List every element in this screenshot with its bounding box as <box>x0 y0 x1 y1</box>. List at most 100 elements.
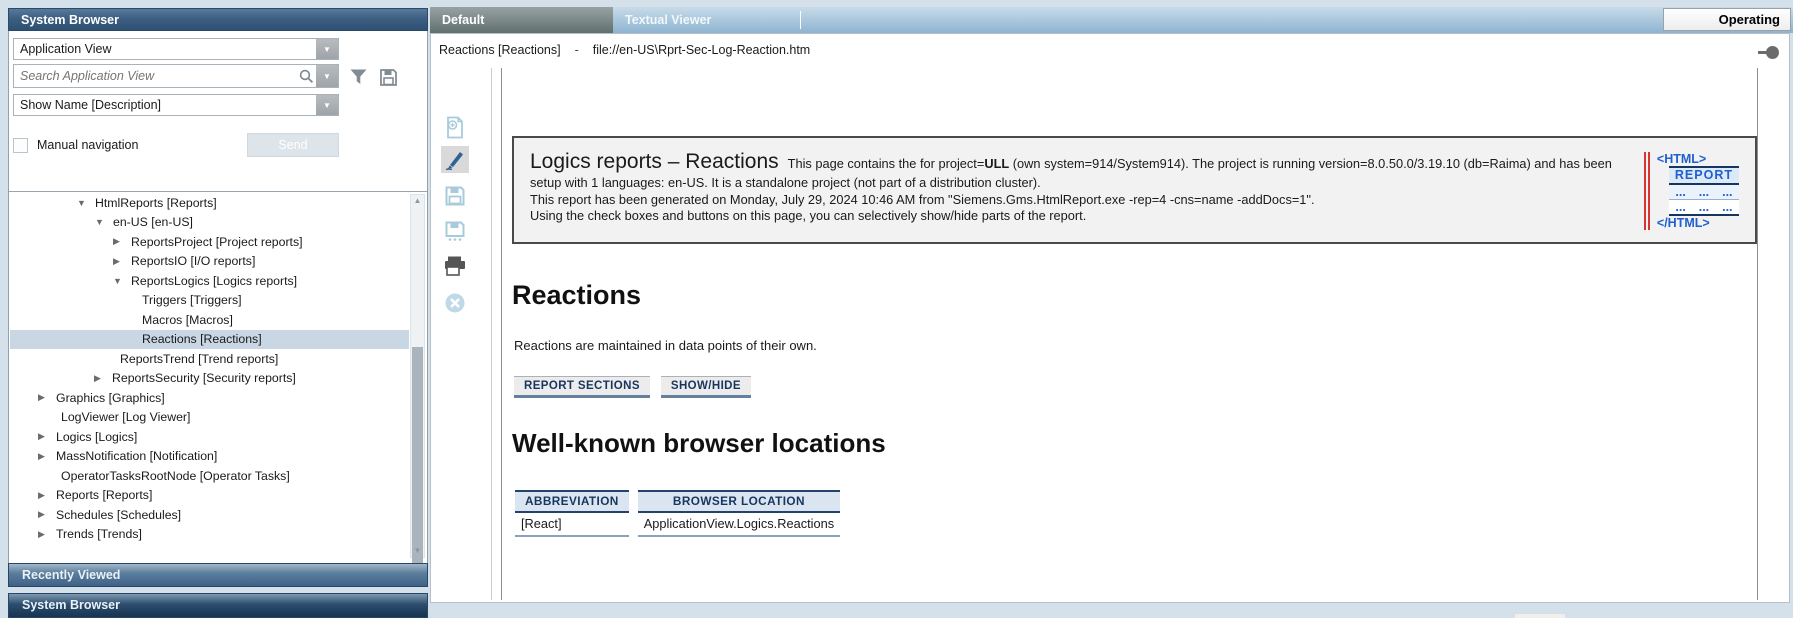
tree-scrollbar[interactable]: ▲ ▼ <box>410 194 425 558</box>
indent-spacer <box>10 339 140 340</box>
scrollbar-down-icon[interactable]: ▼ <box>411 545 424 557</box>
edit-icon[interactable] <box>441 146 469 173</box>
logo-grid-cell: ... <box>1669 200 1692 216</box>
table-header-cell: ABBREVIATION <box>515 490 629 513</box>
logo-grid-cell: ... <box>1716 200 1739 216</box>
tree-item[interactable]: ▼en-US [en-US] <box>10 213 409 233</box>
pin-icon[interactable] <box>1766 46 1779 59</box>
logo-red-bar <box>1644 152 1650 230</box>
tree-item-label: en-US [en-US] <box>111 215 193 229</box>
tree-collapse-icon[interactable]: ▼ <box>77 198 93 208</box>
search-icon[interactable] <box>296 66 316 86</box>
tree-item[interactable]: Triggers [Triggers] <box>10 291 409 311</box>
tree-item[interactable]: ▶Schedules [Schedules] <box>10 505 409 525</box>
save-as-icon[interactable] <box>441 217 469 244</box>
indent-spacer <box>10 534 38 535</box>
send-button[interactable]: Send <box>247 133 339 157</box>
report-usage-line: Using the check boxes and buttons on thi… <box>530 208 1741 224</box>
indent-spacer <box>10 222 95 223</box>
tree-item[interactable]: ▶ReportsSecurity [Security reports] <box>10 369 409 389</box>
report-button-row: REPORT SECTIONS SHOW/HIDE <box>514 376 1757 398</box>
tree-item-label: Triggers [Triggers] <box>140 293 242 307</box>
save-icon[interactable] <box>441 182 469 209</box>
chevron-down-icon[interactable]: ▼ <box>316 39 338 59</box>
display-mode-value: Show Name [Description] <box>14 98 316 112</box>
tree-expand-icon[interactable]: ▶ <box>38 431 54 442</box>
new-report-icon[interactable] <box>441 114 469 141</box>
report-intro-project: ULL <box>984 156 1009 171</box>
tree-item[interactable]: ▼HtmlReports [Reports] <box>10 193 409 213</box>
table-header-row: ABBREVIATIONBROWSER LOCATION <box>515 490 840 513</box>
logo-grid-cell: ... <box>1669 185 1692 200</box>
system-browser-body: Application View ▼ ▼ Show Name [Descript… <box>8 31 428 565</box>
tree-expand-icon[interactable]: ▶ <box>38 392 54 403</box>
chevron-down-icon[interactable]: ▼ <box>316 95 338 115</box>
tree-item[interactable]: OperatorTasksRootNode [Operator Tasks] <box>10 466 409 486</box>
display-mode-dropdown[interactable]: Show Name [Description] ▼ <box>13 94 339 116</box>
cancel-icon[interactable] <box>441 289 469 316</box>
indent-spacer <box>10 417 59 418</box>
tree-item-label: Trends [Trends] <box>54 527 142 541</box>
tree-item[interactable]: ReportsTrend [Trend reports] <box>10 349 409 369</box>
manual-navigation-checkbox[interactable] <box>13 138 28 153</box>
tree-expand-icon[interactable]: ▶ <box>38 451 54 462</box>
tree-item[interactable]: Reactions [Reactions] <box>10 330 409 350</box>
tree-item[interactable]: LogViewer [Log Viewer] <box>10 408 409 428</box>
tree-item-label: Logics [Logics] <box>54 430 137 444</box>
tree-expand-icon[interactable]: ▶ <box>94 373 110 384</box>
logo-grid-cell: ... <box>1692 200 1715 216</box>
tree-item-label: Reports [Reports] <box>54 488 152 502</box>
indent-spacer <box>10 378 94 379</box>
show-hide-button[interactable]: SHOW/HIDE <box>661 376 751 398</box>
save-search-icon[interactable] <box>377 66 399 88</box>
search-box[interactable]: ▼ <box>13 64 339 88</box>
tree-item[interactable]: ▶Reports [Reports] <box>10 486 409 506</box>
system-tree: ▼HtmlReports [Reports]▼en-US [en-US]▶Rep… <box>10 193 409 562</box>
tree-item-label: ReportsLogics [Logics reports] <box>129 274 297 288</box>
scrollbar-up-icon[interactable]: ▲ <box>411 195 424 207</box>
view-selector-dropdown[interactable]: Application View ▼ <box>13 38 339 60</box>
tab-textual-viewer[interactable]: Textual Viewer <box>613 7 800 33</box>
report-header-box: <HTML> REPORT .................. </HTML>… <box>512 136 1757 244</box>
tab-default[interactable]: Default <box>430 7 613 33</box>
breadcrumb-object: Reactions [Reactions] <box>439 43 561 57</box>
indent-spacer <box>10 358 118 359</box>
tree-expand-icon[interactable]: ▶ <box>113 256 129 267</box>
tree-item[interactable]: ▶Logics [Logics] <box>10 427 409 447</box>
tree-item-label: MassNotification [Notification] <box>54 449 217 463</box>
filter-icon[interactable] <box>347 66 369 88</box>
tree-item-label: Graphics [Graphics] <box>54 391 165 405</box>
section-title: Reactions <box>512 280 1757 311</box>
browser-location-table: ABBREVIATIONBROWSER LOCATION [React]Appl… <box>506 490 849 537</box>
tree-expand-icon[interactable]: ▶ <box>38 490 54 501</box>
tree-collapse-icon[interactable]: ▼ <box>113 276 129 286</box>
report-viewer: Reactions [Reactions]-file://en-US\Rprt-… <box>430 33 1790 603</box>
tree-item[interactable]: ▶ReportsProject [Project reports] <box>10 232 409 252</box>
tab-separator <box>800 11 801 29</box>
tree-collapse-icon[interactable]: ▼ <box>95 217 111 227</box>
tree-item[interactable]: ▶MassNotification [Notification] <box>10 447 409 467</box>
tree-item[interactable]: Macros [Macros] <box>10 310 409 330</box>
report-sections-button[interactable]: REPORT SECTIONS <box>514 376 650 398</box>
divider <box>491 68 492 600</box>
tree-item[interactable]: ▶Trends [Trends] <box>10 525 409 545</box>
tree-expand-icon[interactable]: ▶ <box>38 509 54 520</box>
table-row: [React]ApplicationView.Logics.Reactions <box>515 513 840 537</box>
search-input[interactable] <box>14 69 296 83</box>
table-body: [React]ApplicationView.Logics.Reactions <box>515 513 840 537</box>
tree-expand-icon[interactable]: ▶ <box>38 529 54 540</box>
print-icon[interactable] <box>441 252 469 279</box>
operating-button[interactable]: Operating <box>1663 8 1791 31</box>
logo-grid-cell: ... <box>1716 185 1739 200</box>
report-generated-line: This report has been generated on Monday… <box>530 192 1741 208</box>
tree-item-label: ReportsProject [Project reports] <box>129 235 303 249</box>
indent-spacer <box>10 397 38 398</box>
recently-viewed-bar[interactable]: Recently Viewed <box>8 563 428 587</box>
system-browser-bar[interactable]: System Browser <box>8 593 428 618</box>
tree-item[interactable]: ▶Graphics [Graphics] <box>10 388 409 408</box>
tree-expand-icon[interactable]: ▶ <box>113 236 129 247</box>
tree-item[interactable]: ▼ReportsLogics [Logics reports] <box>10 271 409 291</box>
tree-item[interactable]: ▶ReportsIO [I/O reports] <box>10 252 409 272</box>
search-history-chevron-icon[interactable]: ▼ <box>316 65 338 87</box>
indent-spacer <box>10 241 113 242</box>
